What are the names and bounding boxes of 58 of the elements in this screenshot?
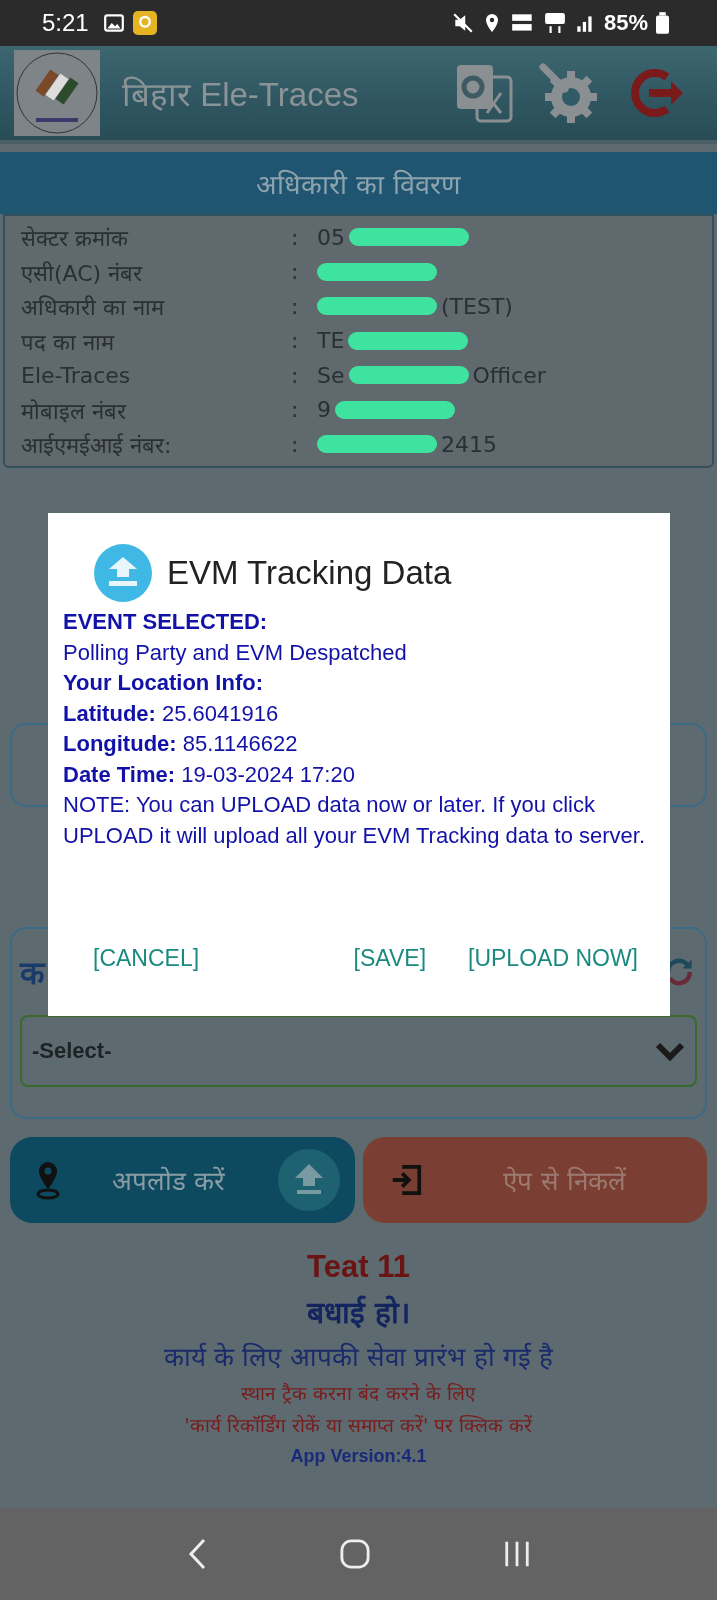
home-icon[interactable]	[339, 1539, 370, 1569]
upload-icon	[276, 1147, 341, 1212]
status-message: Teat 11	[307, 1248, 410, 1285]
dialog-title: EVM Tracking Data	[167, 554, 452, 592]
detail-value: 2415	[441, 431, 497, 457]
detail-value: 9	[317, 397, 331, 423]
detail-label: पद का नाम	[21, 328, 116, 356]
detail-separator: :	[291, 328, 299, 354]
upload-icon	[93, 543, 153, 603]
event-label: क	[20, 953, 45, 993]
recent-apps-icon[interactable]	[502, 1539, 531, 1569]
detail-value: 05	[317, 224, 345, 250]
field-label: Date Time:	[63, 761, 176, 787]
detail-label: Ele-Traces	[21, 362, 132, 388]
dialog-heading: Your Location Info:	[63, 669, 264, 697]
location-pin-icon	[36, 1159, 60, 1200]
detail-separator: :	[291, 259, 299, 285]
status-message: App Version:4.1	[290, 1445, 427, 1467]
dialog-button[interactable]: [UPLOAD NOW]	[462, 941, 644, 976]
detail-value: Officer	[472, 362, 546, 388]
detail-label: मोबाइल नंबर	[21, 397, 128, 425]
detail-label: एसी(AC) नंबर	[21, 259, 144, 287]
field-value: 25.6041916	[162, 700, 279, 726]
translate-icon[interactable]	[455, 63, 515, 123]
field-label: Latitude:	[63, 700, 156, 726]
mute-icon	[451, 12, 474, 34]
dialog-text: NOTE: You can UPLOAD data now or later. If you click UPLOAD it will upload all your EVM Tracking data to server.	[63, 791, 647, 850]
battery-icon	[656, 12, 669, 34]
detail-label: आईएमईआई नंबर:	[21, 432, 173, 460]
status-message: बधाई हो।	[306, 1293, 411, 1332]
detail-value: TE	[317, 328, 345, 354]
detail-separator: :	[291, 224, 299, 250]
field-value: 19-03-2024 17:20	[181, 761, 355, 787]
dialog-text: Polling Party and EVM Despatched	[63, 638, 408, 667]
battery-percent: 85%	[603, 10, 648, 36]
field-label: Longitude:	[63, 731, 177, 756]
detail-label: अधिकारी का नाम	[21, 294, 166, 322]
status-message: 'कार्य रिकॉर्डिंग रोकें या समाप्त करें' पर क्लिक करें	[184, 1412, 533, 1438]
status-message: स्थान ट्रैक करना बंद करने के लिए	[241, 1380, 476, 1406]
dialog-button[interactable]: [CANCEL]	[87, 941, 206, 976]
detail-separator: :	[291, 293, 299, 319]
gallery-icon	[102, 12, 125, 34]
detail-separator: :	[291, 397, 299, 423]
app-title: बिहार Ele-Traces	[122, 74, 359, 115]
dialog-heading: EVENT SELECTED:	[63, 608, 269, 636]
detail-value: (TEST)	[441, 293, 513, 319]
detail-separator: :	[291, 431, 299, 457]
upload-button[interactable]: अपलोड करें	[10, 1136, 355, 1223]
detail-value: Se	[317, 362, 345, 388]
detail-label: सेक्टर क्रमांक	[21, 225, 130, 253]
location-app-icon	[132, 11, 157, 35]
back-icon[interactable]	[186, 1537, 207, 1571]
section-title: अधिकारी का विवरण	[256, 167, 461, 202]
dialog-button[interactable]: [SAVE]	[347, 941, 433, 976]
detail-separator: :	[291, 362, 299, 388]
field-value: 85.1146622	[182, 731, 298, 756]
status-message: कार्य के लिए आपकी सेवा प्रारंभ हो गई है	[163, 1340, 554, 1374]
clock-time: 5:21	[42, 9, 89, 37]
